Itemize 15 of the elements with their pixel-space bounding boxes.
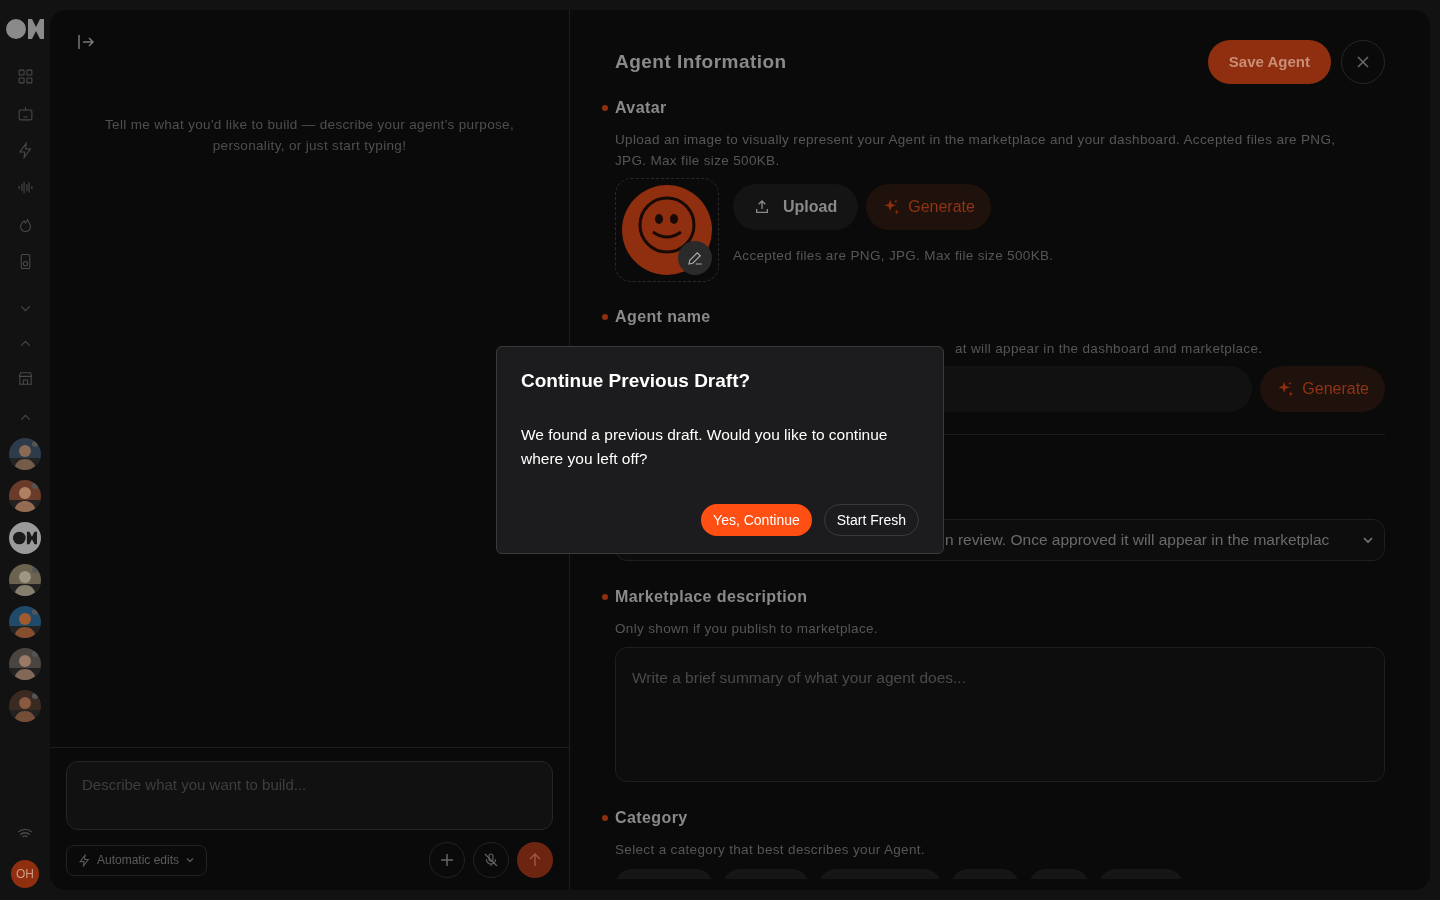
field-label: Category	[615, 808, 688, 828]
select-value: n review. Once approved it will appear in the marketplac	[945, 530, 1331, 551]
field-description: Select a category that best describes your Agent.	[615, 841, 926, 859]
form-title: Agent Information	[615, 49, 788, 74]
mode-label: Automatic edits	[97, 852, 180, 869]
field-description: Accepted files are PNG, JPG. Max file size 500KB.	[733, 247, 1054, 265]
chat-hint: Tell me what you'd like to build — describe your agent's purpose, personality, or just start typing!	[103, 116, 516, 155]
field-label: Agent name	[615, 307, 711, 327]
dialog-title: Continue Previous Draft?	[521, 369, 752, 393]
field-label: Avatar	[615, 98, 667, 118]
field-label: Marketplace description	[615, 587, 808, 607]
field-description: Upload an image to visually represent your Agent in the marketplace and your dashboard. Accepted files are PNG, JPG. Max file size 500KB.	[615, 131, 1337, 170]
field-description: Only shown if you publish to marketplace.	[615, 620, 879, 638]
field-description: at will appear in the dashboard and marketplace.	[954, 340, 1264, 358]
dialog-message: We found a previous draft. Would you like to continue where you left off?	[521, 424, 889, 469]
